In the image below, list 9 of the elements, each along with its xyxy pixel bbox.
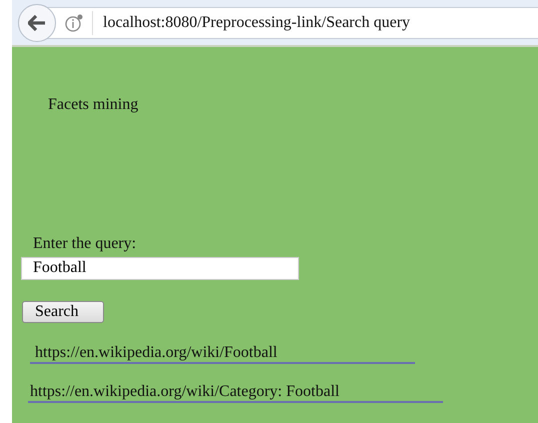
- page-title: Facets mining: [48, 95, 140, 115]
- query-input-field[interactable]: Football: [21, 256, 299, 280]
- result-link[interactable]: https://en.wikipedia.org/wiki/Football: [30, 344, 415, 364]
- back-arrow-icon: [28, 15, 46, 31]
- search-button[interactable]: Search: [22, 300, 104, 323]
- query-label: Enter the query:: [33, 235, 138, 253]
- back-button[interactable]: [18, 4, 56, 42]
- info-icon[interactable]: [64, 14, 84, 32]
- result-link[interactable]: https://en.wikipedia.org/wiki/Category: Football: [28, 382, 443, 404]
